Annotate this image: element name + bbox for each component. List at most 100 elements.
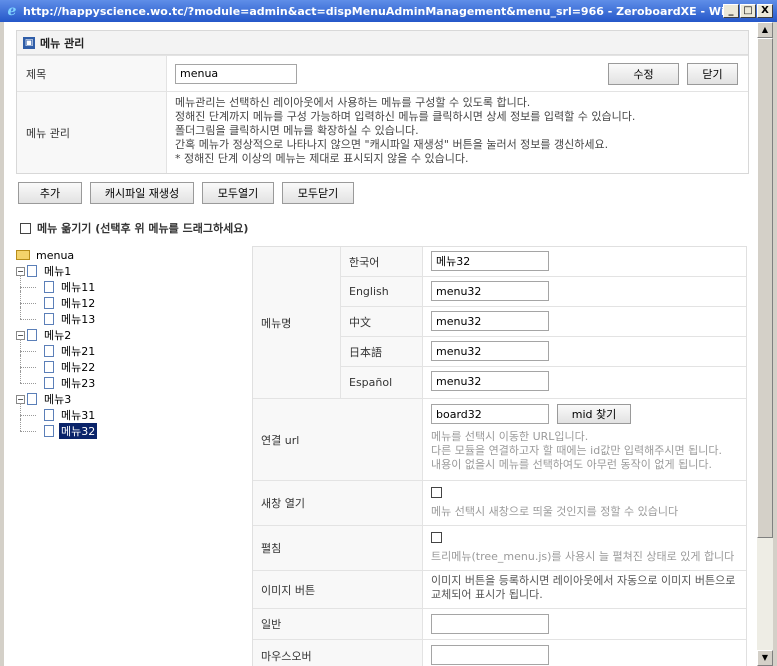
mouseover-image-row: 마우스오버 xyxy=(253,640,746,666)
tree-item[interactable]: 메뉴22 xyxy=(16,355,246,375)
tree-item-label[interactable]: 메뉴23 xyxy=(59,375,97,391)
edit-button[interactable]: 수정 xyxy=(608,63,679,85)
page-icon xyxy=(27,393,37,405)
menu-title-input[interactable] xyxy=(175,63,297,84)
tree-item-label[interactable]: 메뉴2 xyxy=(42,327,73,343)
page-icon xyxy=(44,345,54,357)
image-button-row: 이미지 버튼 이미지 버튼을 등록하시면 레이아웃에서 자동으로 이미지 버튼으… xyxy=(253,571,746,609)
menu-name-input-en[interactable] xyxy=(431,281,549,301)
new-window-label: 새창 열기 xyxy=(253,481,423,525)
menu-admin-icon: ▣ xyxy=(23,36,35,49)
window-frame-right xyxy=(773,22,777,666)
expand-label: 펼침 xyxy=(253,526,423,570)
tree-item-label[interactable]: 메뉴21 xyxy=(59,343,97,359)
menu-name-input-ko[interactable] xyxy=(431,251,549,271)
close-window-button[interactable]: X xyxy=(757,4,773,18)
tree-item[interactable]: 메뉴21 xyxy=(16,339,246,359)
vertical-scrollbar[interactable]: ▲ ▼ xyxy=(757,22,773,666)
menu-name-input-es[interactable] xyxy=(431,371,549,391)
menu-name-row: 메뉴명 한국어 English 中文 日本語 xyxy=(253,247,746,399)
menu-name-input-zh[interactable] xyxy=(431,311,549,331)
move-menu-checkbox[interactable] xyxy=(20,222,31,234)
scroll-down-icon[interactable]: ▼ xyxy=(757,650,773,666)
menu-detail-form: 메뉴명 한국어 English 中文 日本語 xyxy=(252,246,747,666)
expand-row: 펼침 트리메뉴(tree_menu.js)를 사용시 늘 펼쳐진 상태로 있게 … xyxy=(253,526,746,571)
folder-icon[interactable] xyxy=(16,250,30,260)
tree-item-selected[interactable]: 메뉴32 xyxy=(16,419,246,439)
panel-header: ▣ 메뉴 관리 xyxy=(17,31,748,55)
page-icon xyxy=(44,281,54,293)
tree-item[interactable]: 메뉴23 xyxy=(16,371,246,391)
window-title: http://happyscience.wo.tc/?module=admin&… xyxy=(23,4,723,18)
regen-cache-button[interactable]: 캐시파일 재생성 xyxy=(90,182,194,204)
lang-label: English xyxy=(341,277,423,306)
scroll-up-icon[interactable]: ▲ xyxy=(757,22,773,38)
menu-management-panel: ▣ 메뉴 관리 제목 수정 닫기 메뉴 관리 메뉴관리는 선택하신 레이아웃에서… xyxy=(16,30,749,174)
tree-group[interactable]: − 메뉴1 xyxy=(16,263,246,279)
description-line: 폴더그림을 클릭하시면 메뉴를 확장하실 수 있습니다. xyxy=(175,124,419,137)
normal-image-input[interactable] xyxy=(431,614,549,634)
move-menu-label: 메뉴 옮기기 (선택후 위 메뉴를 드래그하세요) xyxy=(37,222,249,235)
url-hint-line: 다른 모듈을 연결하고자 할 때에는 id값만 입력해주시면 됩니다. xyxy=(431,444,723,457)
tree-item-label[interactable]: 메뉴22 xyxy=(59,359,97,375)
url-row: 연결 url mid 찾기 메뉴를 선택시 이동한 URL입니다. 다른 모듈을… xyxy=(253,399,746,481)
image-button-label: 이미지 버튼 xyxy=(253,571,423,608)
description-line: 간혹 메뉴가 정상적으로 나타나지 않으면 "캐시파일 재생성" 버튼을 눌러서… xyxy=(175,138,609,151)
tree-item-label[interactable]: 메뉴1 xyxy=(42,263,73,279)
url-label: 연결 url xyxy=(253,399,423,480)
scroll-thumb[interactable] xyxy=(757,38,773,538)
lang-label: 한국어 xyxy=(341,247,423,276)
tree-item-label[interactable]: 메뉴32 xyxy=(59,423,98,439)
new-window-hint: 메뉴 선택시 새창으로 띄울 것인지를 정할 수 있습니다 xyxy=(431,505,679,518)
expand-hint: 트리메뉴(tree_menu.js)를 사용시 늘 펼쳐진 상태로 있게 합니다 xyxy=(431,550,735,563)
normal-image-row: 일반 xyxy=(253,609,746,640)
maximize-button[interactable]: □ xyxy=(740,4,756,18)
description-line: 정해진 단계까지 메뉴를 구성 가능하며 입력하신 메뉴를 클릭하시면 상세 정… xyxy=(175,110,636,123)
menu-name-input-ja[interactable] xyxy=(431,341,549,361)
lang-label: 日本語 xyxy=(341,337,423,366)
tree-group[interactable]: − 메뉴2 xyxy=(16,327,246,343)
menu-manage-label: 메뉴 관리 xyxy=(17,92,167,173)
tree-item[interactable]: 메뉴11 xyxy=(16,275,246,295)
mid-find-button[interactable]: mid 찾기 xyxy=(557,404,631,424)
new-window-checkbox[interactable] xyxy=(431,487,442,498)
tree-item[interactable]: 메뉴13 xyxy=(16,307,246,327)
minimize-button[interactable]: _ xyxy=(723,4,739,18)
add-button[interactable]: 추가 xyxy=(18,182,82,204)
tree-group[interactable]: − 메뉴3 xyxy=(16,391,246,407)
menu-tree: menua − 메뉴1 메뉴11 메뉴12 메뉴13 − 메뉴2 메뉴21 메뉴… xyxy=(16,247,246,439)
menu-description: 메뉴관리는 선택하신 레이아웃에서 사용하는 메뉴를 구성할 수 있도록 합니다… xyxy=(167,92,748,173)
expand-all-button[interactable]: 모두열기 xyxy=(202,182,274,204)
page-content: ▣ 메뉴 관리 제목 수정 닫기 메뉴 관리 메뉴관리는 선택하신 레이아웃에서… xyxy=(4,22,757,666)
tree-item-label[interactable]: 메뉴31 xyxy=(59,407,97,423)
lang-label: Español xyxy=(341,367,423,398)
url-input[interactable] xyxy=(431,404,549,424)
tree-item[interactable]: 메뉴31 xyxy=(16,403,246,423)
tree-item-label[interactable]: 메뉴12 xyxy=(59,295,97,311)
ie-icon: ℯ xyxy=(7,3,17,19)
description-line: 메뉴관리는 선택하신 레이아웃에서 사용하는 메뉴를 구성할 수 있도록 합니다… xyxy=(175,96,531,109)
page-icon xyxy=(44,361,54,373)
tree-item-label[interactable]: 메뉴11 xyxy=(59,279,97,295)
title-row: 제목 수정 닫기 xyxy=(17,55,748,91)
tree-item-label[interactable]: 메뉴13 xyxy=(59,311,97,327)
tree-root[interactable]: menua xyxy=(16,247,246,263)
tree-item[interactable]: 메뉴12 xyxy=(16,291,246,311)
url-hint-line: 메뉴를 선택시 이동한 URL입니다. xyxy=(431,430,589,443)
expand-checkbox[interactable] xyxy=(431,532,442,543)
url-hint-line: 내용이 없을시 메뉴를 선택하여도 아무런 동작이 없게 됩니다. xyxy=(431,458,712,471)
new-window-row: 새창 열기 메뉴 선택시 새창으로 띄울 것인지를 정할 수 있습니다 xyxy=(253,481,746,526)
tree-item-label[interactable]: 메뉴3 xyxy=(42,391,73,407)
menu-toolbar: 추가 캐시파일 재생성 모두열기 모두닫기 xyxy=(18,182,354,204)
page-icon xyxy=(44,409,54,421)
tree-root-label[interactable]: menua xyxy=(34,249,76,262)
panel-title: 메뉴 관리 xyxy=(40,36,85,50)
page-icon xyxy=(44,425,54,437)
collapse-all-button[interactable]: 모두닫기 xyxy=(282,182,354,204)
close-button[interactable]: 닫기 xyxy=(687,63,738,85)
window-title-bar: ℯ http://happyscience.wo.tc/?module=admi… xyxy=(0,0,777,22)
mouseover-label: 마우스오버 xyxy=(253,640,423,666)
page-icon xyxy=(27,329,37,341)
normal-label: 일반 xyxy=(253,609,423,639)
mouseover-image-input[interactable] xyxy=(431,645,549,665)
